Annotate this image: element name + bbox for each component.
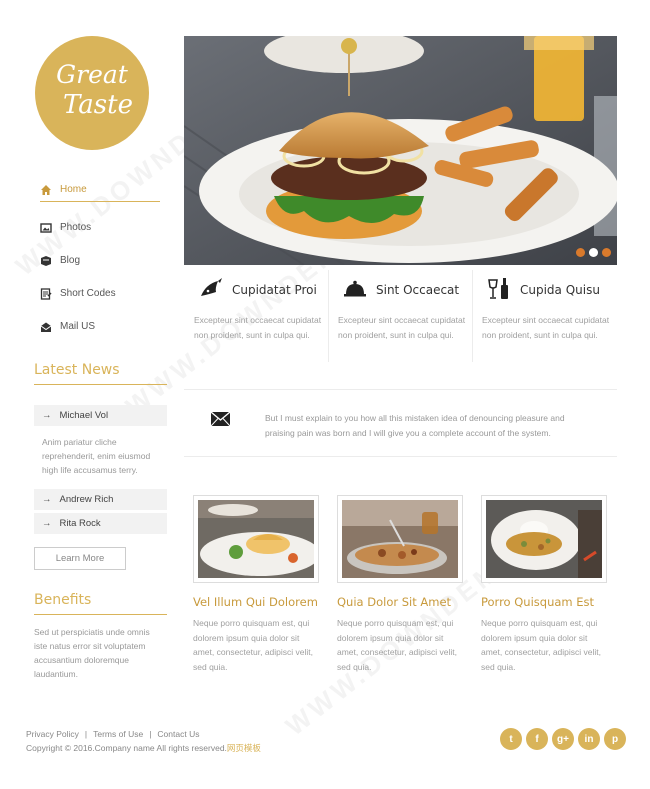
hero-slider[interactable] <box>184 36 617 265</box>
social-links: t f g+ in p <box>500 728 626 750</box>
card-image[interactable] <box>337 495 463 583</box>
card-title[interactable]: Porro Quisquam Est <box>481 595 594 609</box>
facebook-icon[interactable]: f <box>526 728 548 750</box>
food-photo-1 <box>198 500 314 578</box>
nav-item-home[interactable]: Home <box>40 178 160 202</box>
burger-photo <box>184 36 617 265</box>
footer-links: Privacy Policy | Terms of Use | Contact … <box>26 729 199 739</box>
benefits-text: Sed ut perspiciatis unde omnis iste natu… <box>34 627 150 679</box>
quote-text: But I must explain to you how all this m… <box>265 413 565 438</box>
card-text: Neque porro quisquam est, qui dolorem ip… <box>337 618 458 672</box>
card-image[interactable] <box>481 495 607 583</box>
slider-dot[interactable] <box>576 248 585 257</box>
food-photo-2 <box>342 500 458 578</box>
learn-more-button[interactable]: Learn More <box>34 547 126 570</box>
fish-icon <box>201 278 222 296</box>
logo-line-2: Taste <box>62 90 133 120</box>
card-title[interactable]: Quia Dolor Sit Amet <box>337 595 451 609</box>
feature-text: Excepteur sint occaecat cupidatat non pr… <box>482 315 610 340</box>
card-title[interactable]: Vel Illum Qui Dolorem <box>193 595 318 609</box>
feature-text: Excepteur sint occaecat cupidatat non pr… <box>338 315 466 340</box>
footer-separator: | <box>84 729 88 739</box>
slider-dot-active[interactable] <box>589 248 598 257</box>
cloche-icon <box>344 280 366 297</box>
pinterest-icon[interactable]: p <box>604 728 626 750</box>
nav-label: Photos <box>60 222 92 233</box>
twitter-icon[interactable]: t <box>500 728 522 750</box>
feature-text: Excepteur sint occaecat cupidatat non pr… <box>194 315 322 340</box>
slider-dot[interactable] <box>602 248 611 257</box>
linkedin-icon[interactable]: in <box>578 728 600 750</box>
section-divider <box>34 384 167 385</box>
arrow-right-icon: → <box>42 410 52 421</box>
feature-title: Sint Occaecat <box>376 283 460 297</box>
card-text: Neque porro quisquam est, qui dolorem ip… <box>481 618 602 672</box>
wine-icon <box>488 278 508 299</box>
news-item-michael-vol[interactable]: → Michael Vol <box>34 405 167 426</box>
news-item-name: Michael Vol <box>59 410 109 421</box>
nav-label: Mail US <box>60 321 96 332</box>
footer-link-terms-of-use[interactable]: Terms of Use <box>93 729 143 739</box>
section-divider <box>184 389 617 390</box>
sidebar-nav: Home Photos Blog Short Codes Mail US <box>40 178 160 343</box>
arrow-right-icon: → <box>42 494 52 505</box>
slider-dots <box>576 248 611 257</box>
feature-cupida-quisu: Cupida Quisu Excepteur sint occaecat cup… <box>472 270 616 362</box>
card-image[interactable] <box>193 495 319 583</box>
short-codes-icon <box>40 287 52 300</box>
news-item-rita-rock[interactable]: → Rita Rock <box>34 513 167 534</box>
feature-title: Cupidatat Proi <box>232 283 317 297</box>
photos-icon <box>40 222 52 233</box>
copyright-link[interactable]: 网页模板 <box>227 743 261 753</box>
nav-label: Blog <box>60 255 81 266</box>
news-item-name: Rita Rock <box>59 518 101 529</box>
nav-item-mail-us[interactable]: Mail US <box>40 310 160 343</box>
blog-icon <box>41 255 51 266</box>
nav-item-blog[interactable]: Blog <box>40 244 160 277</box>
nav-label: Short Codes <box>60 288 116 299</box>
card-text: Neque porro quisquam est, qui dolorem ip… <box>193 618 314 672</box>
footer-separator: | <box>149 729 152 739</box>
envelope-icon <box>211 412 230 426</box>
logo-line-1: Great <box>56 60 128 89</box>
feature-title: Cupida Quisu <box>520 283 600 297</box>
copyright-text: Copyright © 2016.Company name All rights… <box>26 743 227 753</box>
latest-news-title: Latest News <box>34 362 120 378</box>
section-divider <box>34 614 167 615</box>
feature-sint-occaecat: Sint Occaecat Excepteur sint occaecat cu… <box>328 270 472 362</box>
google-plus-icon[interactable]: g+ <box>552 728 574 750</box>
footer-link-contact-us[interactable]: Contact Us <box>157 729 199 739</box>
feature-cupidatat-proi: Cupidatat Proi Excepteur sint occaecat c… <box>184 270 328 362</box>
footer-link-privacy-policy[interactable]: Privacy Policy <box>26 729 79 739</box>
copyright: Copyright © 2016.Company name All rights… <box>26 742 261 754</box>
mail-us-icon <box>40 322 52 332</box>
news-item-name: Andrew Rich <box>59 494 114 505</box>
section-divider <box>184 456 617 457</box>
news-item-text: Anim pariatur cliche reprehenderit, enim… <box>42 437 151 475</box>
logo[interactable]: Great Taste <box>35 36 149 150</box>
benefits-title: Benefits <box>34 592 92 608</box>
nav-item-photos[interactable]: Photos <box>40 211 160 244</box>
nav-label: Home <box>60 184 87 195</box>
nav-item-short-codes[interactable]: Short Codes <box>40 277 160 310</box>
arrow-right-icon: → <box>42 518 52 529</box>
news-item-andrew-rich[interactable]: → Andrew Rich <box>34 489 167 510</box>
food-photo-3 <box>486 500 602 578</box>
home-icon <box>41 184 51 195</box>
